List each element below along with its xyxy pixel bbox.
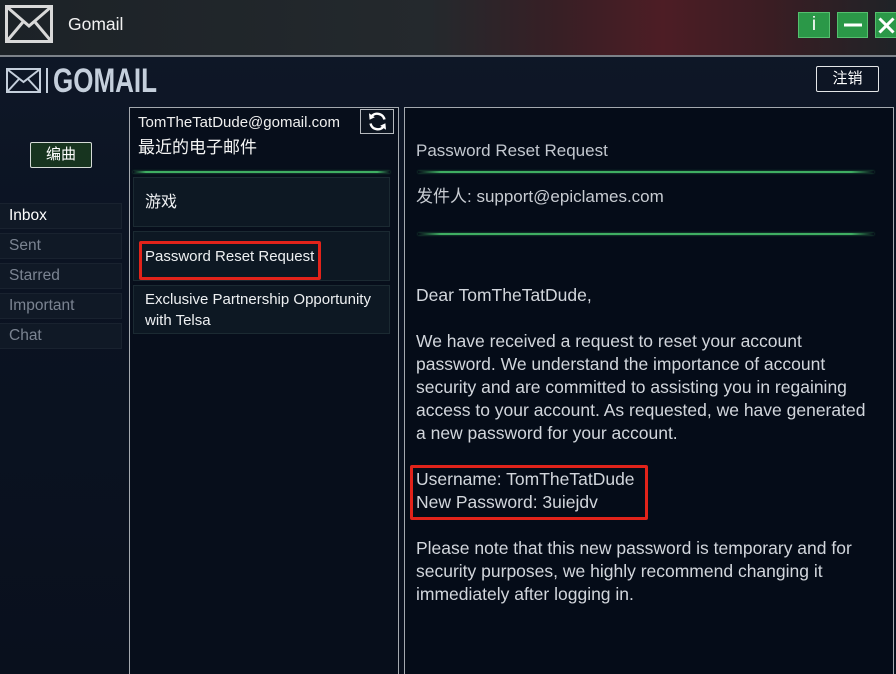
list-divider [133,171,390,173]
reader-divider [418,233,874,235]
email-item[interactable]: Password Reset Request [133,231,390,281]
window-title: Gomail [68,14,124,34]
email-list-panel: TomTheTatDude@gomail.com 最近的电子邮件 游戏 Pass… [129,107,399,674]
title-bar: Gomail i [0,0,896,55]
email-subject: 游戏 [145,193,178,211]
logout-button[interactable]: 注销 [816,66,879,92]
email-body: Dear TomTheTatDude, We have received a r… [416,284,878,629]
compose-button[interactable]: 编曲 [30,142,92,168]
logo-text: GOMAIL [53,62,158,100]
email-item[interactable]: 游戏 [133,177,390,227]
envelope-icon [5,5,53,43]
sidebar-item-chat[interactable]: Chat [0,323,122,349]
refresh-button[interactable] [360,109,394,134]
reader-subject: Password Reset Request [416,141,608,160]
envelope-icon [6,68,41,93]
body-paragraph: Please note that this new password is te… [416,538,852,604]
sender-line: 发件人: support@epiclames.com [416,187,664,206]
email-item[interactable]: Exclusive Partnership Opportunity with T… [133,285,390,334]
password-line: New Password: 3uiejdv [416,492,598,512]
minimize-button[interactable] [837,12,868,38]
sidebar-item-starred[interactable]: Starred [0,263,122,289]
email-reader-panel: Password Reset Request 发件人: support@epic… [404,107,894,674]
sidebar-item-inbox[interactable]: Inbox [0,203,122,229]
body-paragraph: We have received a request to reset your… [416,331,866,443]
sidebar: 编曲 Inbox Sent Starred Important Chat [0,107,122,367]
credentials-block: Username: TomTheTatDude New Password: 3u… [416,468,878,514]
info-label: i [811,14,817,35]
title-separator [0,55,896,57]
sidebar-item-sent[interactable]: Sent [0,233,122,259]
sidebar-item-important[interactable]: Important [0,293,122,319]
logo: GOMAIL [6,62,158,100]
logo-divider [46,68,48,93]
email-subject: Password Reset Request [145,247,315,265]
email-subject: Exclusive Partnership Opportunity with T… [145,290,371,329]
minimize-icon [843,23,862,27]
username-line: Username: TomTheTatDude [416,469,635,489]
info-button[interactable]: i [798,12,830,38]
close-button[interactable] [875,12,896,38]
account-address: TomTheTatDude@gomail.com [138,114,340,131]
list-heading: 最近的电子邮件 [138,138,257,157]
close-icon [878,16,895,34]
refresh-icon [368,112,386,131]
greeting: Dear TomTheTatDude, [416,285,592,305]
reader-divider [418,171,874,173]
